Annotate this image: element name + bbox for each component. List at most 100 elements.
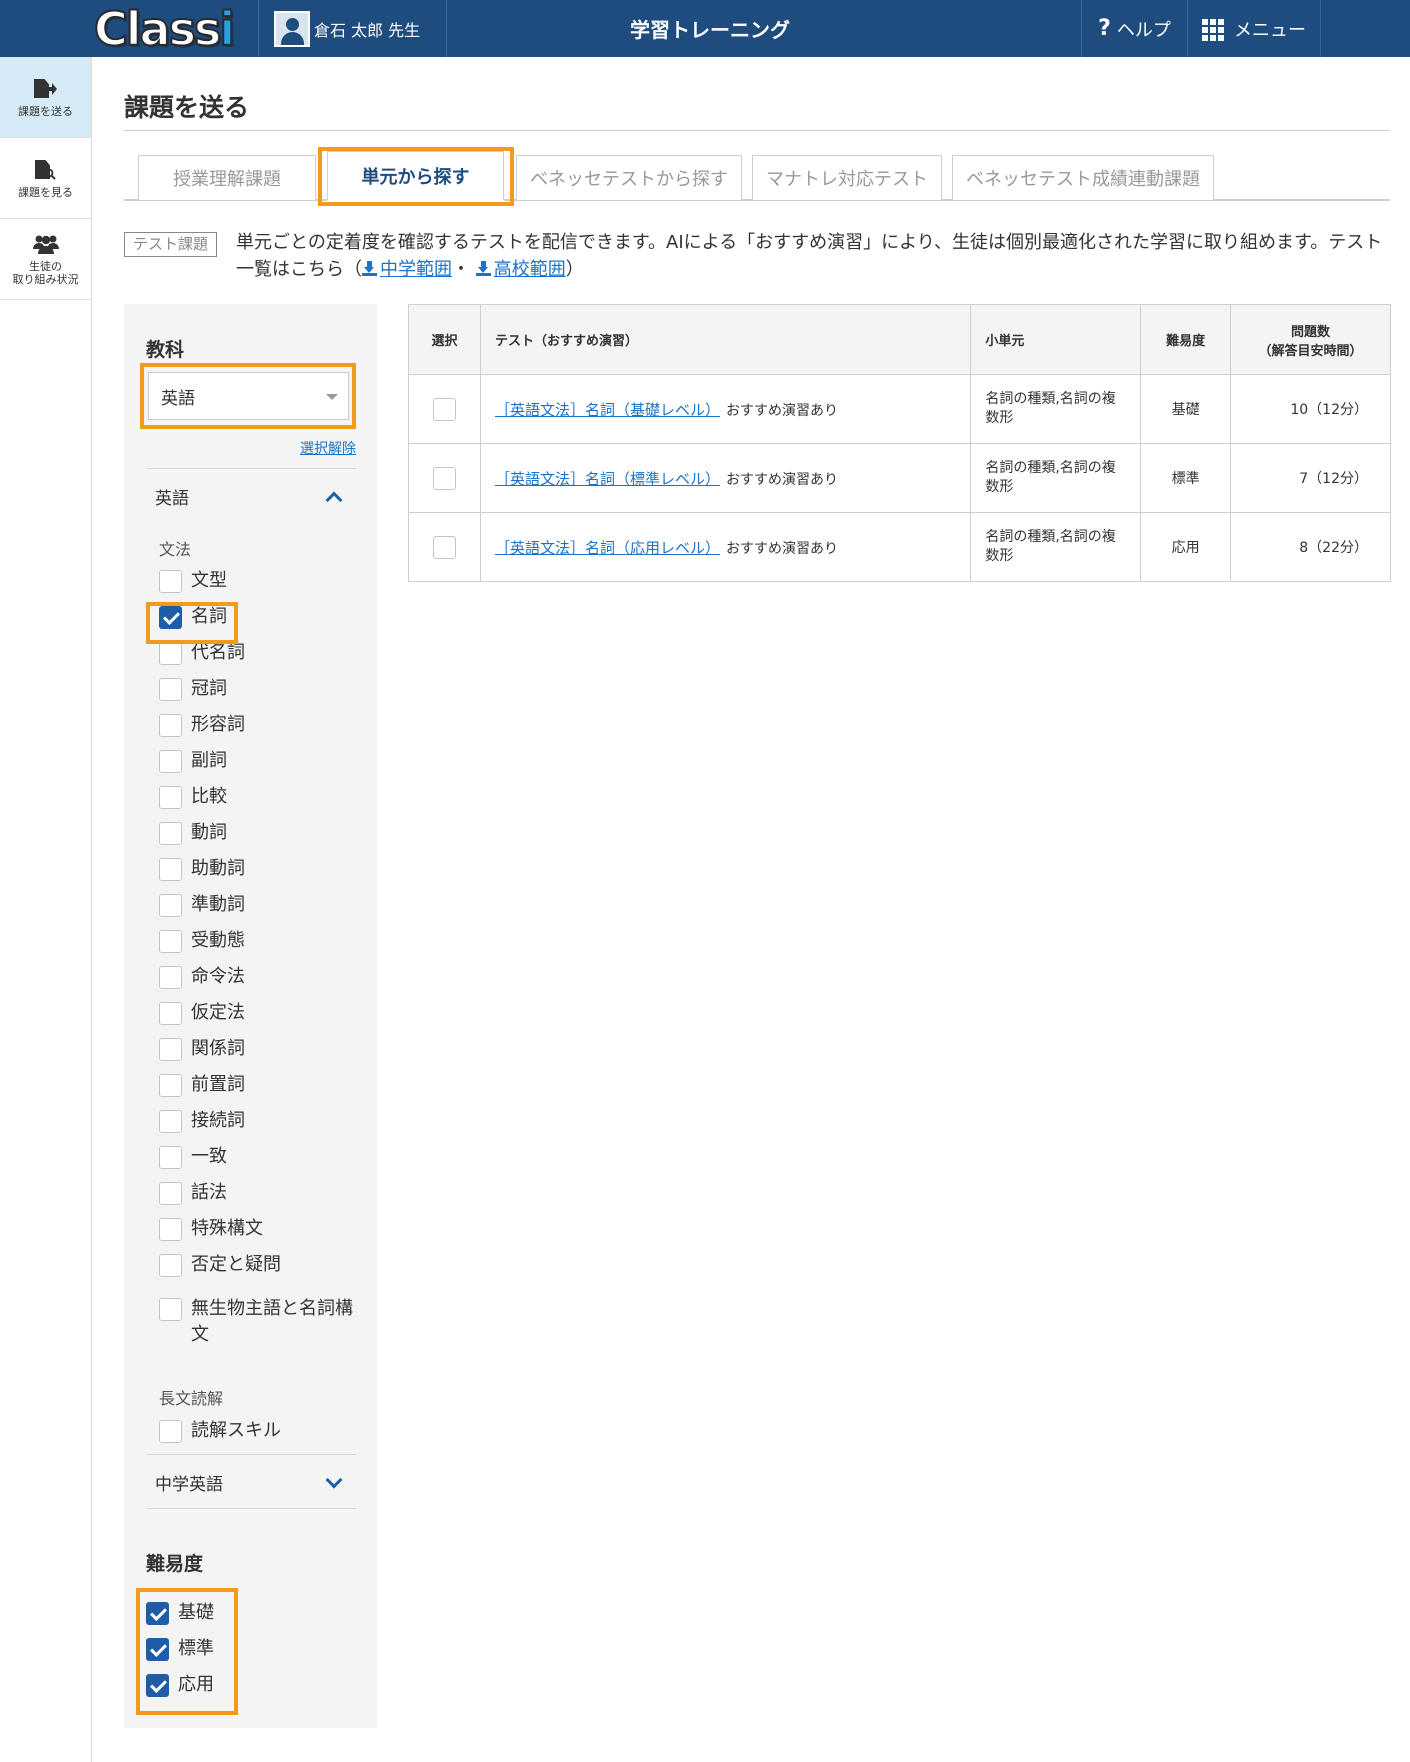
tab-benesse-score-linked[interactable]: ベネッセテスト成績連動課題 [952,155,1214,200]
test-link[interactable]: ［英語文法］名詞（応用レベル） [495,539,720,557]
checkbox[interactable] [159,714,182,737]
chevron-up-icon[interactable] [325,491,343,509]
question-icon: ? [1098,16,1111,41]
checkbox[interactable] [159,1002,182,1025]
checkbox[interactable] [159,1420,182,1443]
separator: ・ [452,259,470,280]
checkbox[interactable] [159,1074,182,1097]
checkbox-item[interactable]: 名詞 [159,604,227,630]
user-info[interactable]: 倉石 太郎 先生 [274,0,420,57]
checkbox[interactable] [159,858,182,881]
people-icon [32,232,59,256]
checkbox-item[interactable]: 受動態 [159,928,245,954]
user-name: 倉石 太郎 先生 [314,20,421,40]
checkbox[interactable] [159,1110,182,1133]
caret-down-icon [326,394,338,400]
tab-benesse-test[interactable]: ベネッセテストから探す [516,155,742,200]
checkbox[interactable] [159,1146,182,1169]
checkbox[interactable] [159,1218,182,1241]
checkbox-item[interactable]: 助動詞 [159,856,245,882]
tab-search-by-unit[interactable]: 単元から探す [327,151,504,201]
high-school-range-link[interactable]: 高校範囲 [494,259,566,280]
chevron-down-icon[interactable] [325,1471,343,1489]
checkbox-item[interactable]: 読解スキル [159,1418,281,1444]
grid-menu-icon [1202,18,1224,41]
clear-selection-link[interactable]: 選択解除 [300,438,356,458]
row-test-cell: ［英語文法］名詞（標準レベル） おすすめ演習あり [479,443,972,513]
difficulty-checkbox-item[interactable]: 標準 [146,1636,214,1662]
checkbox[interactable] [159,822,182,845]
checkbox-item[interactable]: 形容詞 [159,712,245,738]
checkbox-item[interactable]: 比較 [159,784,227,810]
checkbox-label: 前置詞 [191,1074,245,1095]
row-checkbox[interactable] [432,535,456,559]
checkbox-item[interactable]: 無生物主語と名詞構文 [159,1296,353,1348]
row-select-cell [408,443,481,513]
checkbox-item[interactable]: 話法 [159,1180,227,1206]
checkbox[interactable] [146,1602,169,1625]
test-link[interactable]: ［英語文法］名詞（基礎レベル） [495,401,720,419]
checkbox-item[interactable]: 命令法 [159,964,245,990]
checkbox[interactable] [159,642,182,665]
top-header: Classi 倉石 太郎 先生 学習トレーニング ? ヘルプ メニュー [0,0,1410,57]
junior-range-link[interactable]: 中学範囲 [380,259,452,280]
checkbox[interactable] [159,570,182,593]
nav-student-progress[interactable]: 生徒の 取り組み状況 [0,219,91,300]
checkbox-item[interactable]: 代名詞 [159,640,245,666]
checkbox[interactable] [159,678,182,701]
row-checkbox[interactable] [432,397,456,421]
checkbox[interactable] [159,1298,182,1321]
checkbox[interactable] [159,894,182,917]
checkbox-item[interactable]: 文型 [159,568,227,594]
checkbox-label: 仮定法 [191,1002,245,1023]
difficulty-checkbox-item[interactable]: 基礎 [146,1600,214,1626]
checkbox-item[interactable]: 準動詞 [159,892,245,918]
checkbox[interactable] [159,1254,182,1277]
checkbox-label: 準動詞 [191,894,245,915]
tab-manatore-test[interactable]: マナトレ対応テスト [752,155,942,200]
checkbox-item[interactable]: 仮定法 [159,1000,245,1026]
accordion-english-label[interactable]: 英語 [155,484,189,509]
checkbox[interactable] [159,1182,182,1205]
checkbox[interactable] [159,966,182,989]
checkbox[interactable] [159,606,182,629]
page-title: 課題を送る [124,93,250,122]
classi-logo[interactable]: Classi [93,0,244,57]
subject-select[interactable]: 英語 [148,372,349,420]
row-select-cell [408,374,481,444]
checkbox[interactable] [159,1038,182,1061]
help-button[interactable]: ? ヘルプ [1082,0,1187,57]
checkbox-item[interactable]: 前置詞 [159,1072,245,1098]
row-count-cell: 7（12分） [1230,443,1391,513]
checkbox-label: 関係詞 [191,1038,245,1059]
checkbox-label: 接続詞 [191,1110,245,1131]
checkbox[interactable] [159,930,182,953]
checkbox-item[interactable]: 特殊構文 [159,1216,263,1242]
checkbox-item[interactable]: 一致 [159,1144,227,1170]
checkbox-item[interactable]: 接続詞 [159,1108,245,1134]
checkbox-item[interactable]: 関係詞 [159,1036,245,1062]
checkbox[interactable] [159,786,182,809]
description-prefix: 一覧はこちら（ [236,259,362,280]
accordion-junior-english-label[interactable]: 中学英語 [155,1470,223,1495]
checkbox-label: 否定と疑問 [191,1254,281,1275]
checkbox[interactable] [146,1638,169,1661]
row-difficulty-cell: 基礎 [1140,374,1232,444]
nav-view-assignment[interactable]: 課題を見る [0,138,91,219]
difficulty-checkbox-item[interactable]: 応用 [146,1672,214,1698]
row-checkbox[interactable] [432,466,456,490]
checkbox[interactable] [159,750,182,773]
row-count-cell: 10（12分） [1230,374,1391,444]
test-link[interactable]: ［英語文法］名詞（標準レベル） [495,470,720,488]
checkbox-item[interactable]: 副詞 [159,748,227,774]
checkbox-item[interactable]: 否定と疑問 [159,1252,281,1278]
nav-label: 課題を送る [18,104,73,118]
checkbox[interactable] [146,1674,169,1697]
tab-class-understanding[interactable]: 授業理解課題 [138,155,316,200]
menu-button[interactable]: メニュー [1188,0,1320,57]
checkbox-item[interactable]: 動詞 [159,820,227,846]
checkbox-item[interactable]: 冠詞 [159,676,227,702]
nav-send-assignment[interactable]: 課題を送る [0,57,91,138]
checkbox-label: 文型 [191,570,227,591]
search-document-icon [35,158,56,182]
